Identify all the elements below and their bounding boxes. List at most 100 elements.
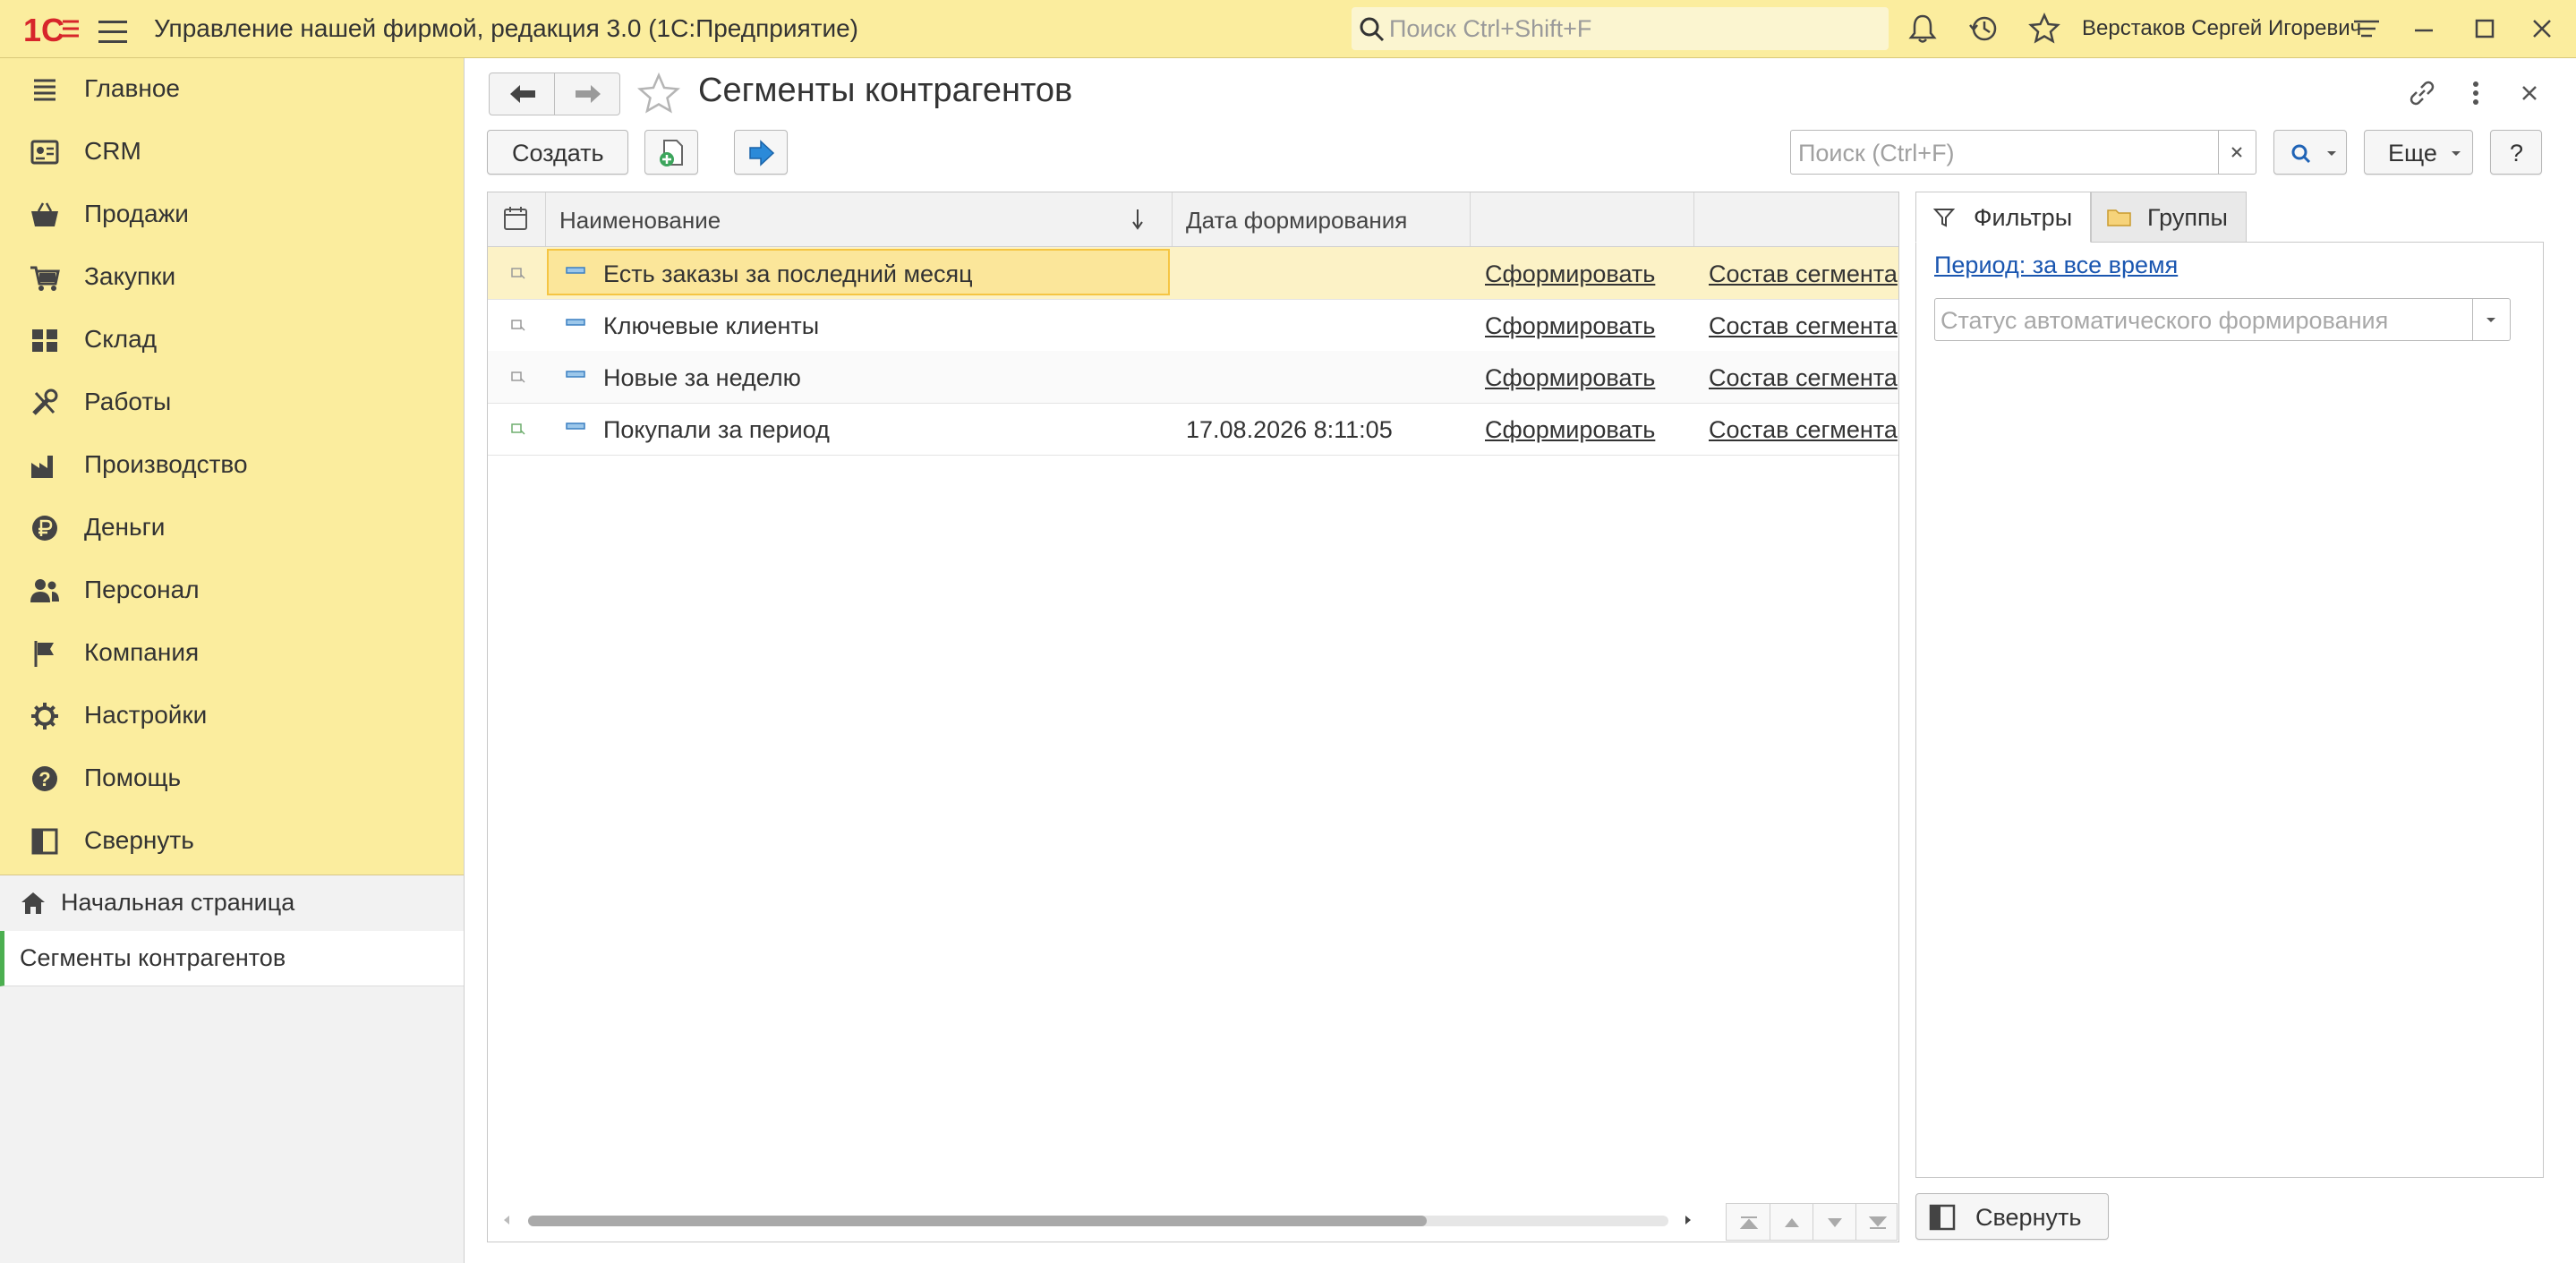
row-generate-link[interactable]: Сформировать: [1485, 364, 1655, 392]
sort-down-icon[interactable]: [1130, 208, 1145, 231]
row-generate-link[interactable]: Сформировать: [1485, 312, 1655, 340]
row-segment-link[interactable]: Состав сегмента: [1709, 260, 1898, 288]
segment-type-icon: [511, 371, 525, 383]
flag-icon: [34, 641, 54, 667]
filter-icon: [1932, 209, 1956, 227]
section-purchases[interactable]: Закупки: [0, 246, 464, 309]
horizontal-scrollbar-thumb[interactable]: [528, 1216, 1427, 1226]
maximize-icon[interactable]: [2467, 11, 2503, 47]
settings-lines-icon[interactable]: [2349, 11, 2384, 47]
open-window-label: Начальная страница: [61, 889, 295, 916]
collapse-panel-button[interactable]: Свернуть: [1915, 1193, 2109, 1240]
copy-button[interactable]: [644, 130, 698, 175]
tab-groups[interactable]: Группы: [2091, 192, 2247, 243]
filters-panel: Период: за все время Статус автоматическ…: [1915, 242, 2544, 1178]
horizontal-scrollbar-track[interactable]: [528, 1216, 1668, 1226]
table-row[interactable]: Новые за неделю Сформировать Состав сегм…: [488, 351, 1898, 404]
status-select[interactable]: Статус автоматического формирования: [1934, 298, 2473, 341]
search-icon: [1360, 17, 1385, 42]
forward-button[interactable]: [554, 73, 620, 115]
list-search-input[interactable]: Поиск (Ctrl+F): [1790, 130, 2220, 175]
go-first-icon[interactable]: [1737, 1215, 1761, 1231]
section-main[interactable]: Главное: [0, 58, 464, 121]
help-button-label: ?: [2510, 140, 2524, 166]
favorite-star-icon[interactable]: [635, 72, 682, 116]
calendar-icon[interactable]: [502, 205, 529, 232]
row-navigation: [1726, 1203, 1898, 1241]
row-segment-link[interactable]: Состав сегмента: [1709, 364, 1898, 392]
section-label: Склад: [84, 325, 158, 353]
section-label: Продажи: [84, 200, 189, 227]
search-options-button[interactable]: [2273, 130, 2347, 175]
row-generate-link[interactable]: Сформировать: [1485, 416, 1655, 444]
tab-filters-label: Фильтры: [1974, 204, 2073, 231]
section-crm[interactable]: CRM: [0, 121, 464, 183]
go-button[interactable]: [734, 130, 788, 175]
scroll-right-icon[interactable]: [1683, 1214, 1693, 1226]
list-icon: [34, 79, 55, 101]
collapse-icon: [31, 828, 58, 855]
svg-text:?: ?: [38, 768, 50, 790]
table-row[interactable]: Ключевые клиенты Сформировать Состав сег…: [488, 299, 1898, 352]
row-segment-link[interactable]: Состав сегмента: [1709, 416, 1898, 444]
more-vertical-icon[interactable]: [2458, 75, 2494, 111]
collapse-panel-label: Свернуть: [1975, 1204, 2082, 1231]
column-header-name[interactable]: Наименование: [559, 207, 721, 235]
open-window-home[interactable]: Начальная страница: [0, 875, 464, 931]
svg-text:1С: 1С: [23, 12, 64, 48]
column-separator: [545, 192, 546, 246]
go-down-icon[interactable]: [1823, 1215, 1847, 1231]
bell-icon[interactable]: [1905, 11, 1941, 47]
status-select-dropdown-button[interactable]: [2473, 298, 2511, 341]
section-works[interactable]: Работы: [0, 371, 464, 434]
chevron-down-icon: [2452, 151, 2461, 156]
table-row[interactable]: Покупали за период 17.08.2026 8:11:05 Сф…: [488, 403, 1898, 456]
go-up-icon[interactable]: [1780, 1215, 1804, 1231]
create-button[interactable]: Создать: [487, 130, 628, 175]
go-last-icon[interactable]: [1866, 1215, 1889, 1231]
help-button[interactable]: ?: [2490, 130, 2542, 175]
section-money[interactable]: Деньги: [0, 497, 464, 559]
section-settings[interactable]: Настройки: [0, 685, 464, 747]
sections-panel: Главное CRM Продажи Закупки Склад Работы…: [0, 58, 464, 875]
column-header-date[interactable]: Дата формирования: [1186, 207, 1407, 235]
sidebar: Главное CRM Продажи Закупки Склад Работы…: [0, 58, 465, 1263]
back-button[interactable]: [489, 73, 555, 115]
factory-icon: [31, 456, 53, 478]
clear-search-button[interactable]: [2219, 130, 2256, 175]
clear-icon: [2231, 147, 2242, 158]
folder-icon: [2107, 209, 2131, 226]
row-generate-link[interactable]: Сформировать: [1485, 260, 1655, 288]
history-icon[interactable]: [1966, 11, 2001, 47]
table-row[interactable]: Есть заказы за последний месяц Сформиров…: [488, 247, 1898, 300]
close-window-icon[interactable]: [2524, 11, 2560, 47]
minimize-icon[interactable]: [2406, 11, 2442, 47]
row-segment-link[interactable]: Состав сегмента: [1709, 312, 1898, 340]
section-sales[interactable]: Продажи: [0, 183, 464, 246]
section-label: Главное: [84, 74, 180, 102]
scroll-left-icon[interactable]: [501, 1214, 512, 1226]
section-collapse[interactable]: Свернуть: [0, 810, 464, 873]
more-actions-button[interactable]: Еще: [2364, 130, 2473, 175]
main-menu-icon[interactable]: [98, 16, 127, 43]
favorites-star-icon[interactable]: [2026, 11, 2062, 47]
close-form-icon[interactable]: [2512, 75, 2547, 111]
user-name[interactable]: Верстаков Сергей Игоревич: [2082, 16, 2361, 41]
global-search-input[interactable]: Поиск Ctrl+Shift+F: [1352, 7, 1889, 50]
link-icon[interactable]: [2404, 75, 2440, 111]
basket-icon: [31, 202, 58, 226]
section-warehouse[interactable]: Склад: [0, 309, 464, 371]
section-personnel[interactable]: Персонал: [0, 559, 464, 622]
warehouse-icon: [32, 329, 57, 352]
tab-filters[interactable]: Фильтры: [1915, 192, 2091, 243]
section-help[interactable]: ? Помощь: [0, 747, 464, 810]
row-name: Новые за неделю: [603, 364, 801, 391]
open-window-segments[interactable]: Сегменты контрагентов: [0, 931, 464, 986]
section-label: Настройки: [84, 701, 208, 729]
section-production[interactable]: Производство: [0, 434, 464, 497]
period-link[interactable]: Период: за все время: [1934, 252, 2178, 279]
create-button-label: Создать: [512, 140, 604, 166]
chevron-down-icon: [2486, 318, 2495, 322]
section-company[interactable]: Компания: [0, 622, 464, 685]
crm-icon: [30, 140, 59, 165]
